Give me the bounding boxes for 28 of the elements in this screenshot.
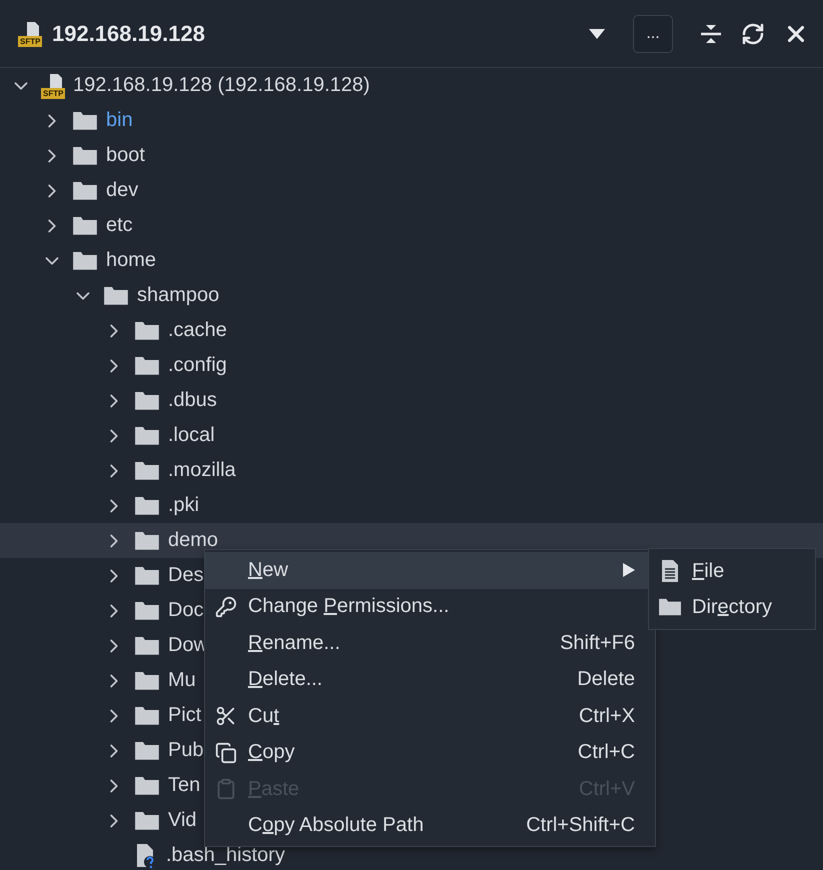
shortcut-text: Ctrl+X [578, 704, 635, 728]
tree-item-label: .config [168, 354, 227, 377]
tree-item-label: Pict [168, 704, 202, 727]
shortcut-text: Delete [577, 668, 635, 692]
tree-item-label: Des [168, 564, 204, 587]
tree-item-label: Vid [168, 809, 197, 832]
tree-item-label: Pub [168, 739, 204, 762]
tree-item-label: .local [168, 424, 215, 447]
tree-item-label: 192.168.19.128 (192.168.19.128) [73, 74, 370, 97]
shortcut-text: Shift+F6 [560, 632, 635, 655]
tree-item-label: etc [106, 214, 133, 237]
tree-item-label: bin [106, 109, 133, 132]
shortcut-text: Ctrl+Shift+C [526, 814, 635, 838]
tree-item-label: .mozilla [168, 459, 236, 482]
tree-item-label: Ten [168, 774, 200, 797]
tree-item-label: Doc [168, 599, 204, 622]
tree-item-label: dev [106, 179, 138, 202]
tree-item-label: home [106, 249, 156, 272]
window-title: 192.168.19.128 [52, 20, 206, 46]
tree-item-label: boot [106, 144, 145, 167]
tree-item-label: Mu [168, 669, 196, 692]
tree-item-label: demo [168, 529, 218, 552]
shortcut-text: Ctrl+C [578, 741, 635, 764]
tree-item-label: .bash_history [166, 844, 285, 867]
tree-item-label: shampoo [137, 284, 220, 307]
tree-item-label: .pki [168, 494, 200, 517]
tree-item-label: .cache [168, 319, 227, 342]
tree-item-label: .dbus [168, 389, 217, 412]
